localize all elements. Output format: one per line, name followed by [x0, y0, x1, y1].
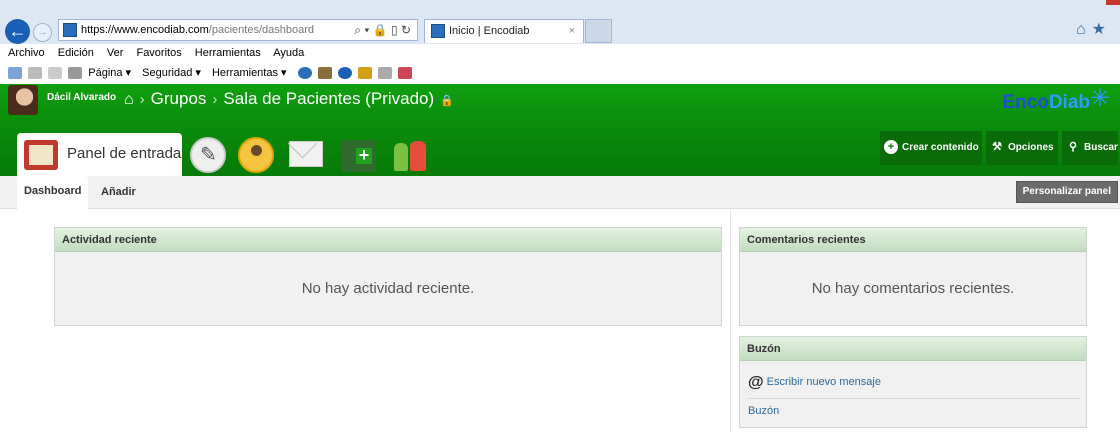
recent-comments-panel: Comentarios recientes No hay comentarios…	[739, 227, 1087, 326]
menu-ayuda[interactable]: Ayuda	[273, 47, 304, 59]
menu-herramientas[interactable]: Herramientas	[195, 47, 261, 59]
profile-icon[interactable]	[238, 137, 274, 173]
home-star-icons[interactable]: ⌂★	[1076, 19, 1112, 39]
create-content-button[interactable]: + Crear contenido	[880, 131, 982, 165]
options-button[interactable]: ⚒ Opciones	[986, 131, 1058, 165]
panel-header: Comentarios recientes	[740, 228, 1086, 252]
help-icon[interactable]	[297, 67, 312, 80]
home-icon[interactable]: ⌂	[124, 91, 134, 108]
forward-icon[interactable]: →	[33, 23, 52, 42]
empty-message: No hay actividad reciente.	[301, 280, 475, 297]
menu-edicion[interactable]: Edición	[58, 47, 94, 59]
breadcrumb-separator: ›	[139, 91, 145, 108]
mail-icon[interactable]	[289, 141, 323, 167]
site-favicon-icon	[63, 23, 77, 37]
menu-bar: Archivo Edición Ver Favoritos Herramient…	[0, 44, 1120, 62]
breadcrumb-separator: ›	[212, 91, 218, 108]
dashboard-icon	[24, 140, 58, 170]
back-icon[interactable]: ←	[5, 19, 30, 44]
panel-header: Buzón	[740, 337, 1086, 361]
site-logo[interactable]: EncoDiab	[1002, 92, 1090, 114]
hp-icon[interactable]	[337, 67, 352, 80]
feeds-icon[interactable]	[28, 67, 43, 80]
panel-header: Actividad reciente	[55, 228, 721, 252]
tab-panel-de-entrada[interactable]: Panel de entrada	[17, 133, 182, 176]
edit-icon[interactable]	[190, 137, 226, 173]
research-icon[interactable]	[397, 67, 412, 80]
users-icon[interactable]	[392, 137, 428, 173]
tab-favicon-icon	[431, 24, 445, 38]
cmd-seguridad[interactable]: Seguridad ▾	[142, 67, 201, 79]
tab-title: Inicio | Encodiab	[449, 25, 530, 37]
cmd-herramientas[interactable]: Herramientas ▾	[212, 67, 287, 79]
address-tools[interactable]: ⌕ ▾ 🔒 ▯ ↻	[354, 20, 411, 40]
menu-ver[interactable]: Ver	[107, 47, 124, 59]
recent-activity-panel: Actividad reciente No hay actividad reci…	[54, 227, 722, 326]
addon-icon[interactable]	[317, 67, 332, 80]
breadcrumb-sala[interactable]: Sala de Pacientes (Privado)	[223, 89, 434, 108]
at-icon: @	[748, 374, 764, 391]
search-icon: ⚲	[1068, 141, 1078, 154]
wrench-icon: ⚒	[992, 141, 1002, 154]
breadcrumb-grupos[interactable]: Grupos	[151, 89, 207, 108]
url-host: https://www.encodiab.com	[81, 24, 209, 36]
search-button[interactable]: ⚲ Buscar	[1062, 131, 1118, 165]
avatar[interactable]	[8, 85, 38, 115]
home-cmd-icon[interactable]	[8, 67, 22, 80]
empty-message: No hay comentarios recientes.	[811, 280, 1015, 297]
command-bar: Página ▾ Seguridad ▾ Herramientas ▾	[0, 62, 1120, 84]
inbox-link[interactable]: Buzón	[748, 405, 779, 417]
subtab-bar	[0, 176, 1120, 209]
mail-cmd-icon[interactable]	[48, 67, 63, 80]
tab-dashboard[interactable]: Dashboard	[17, 176, 89, 209]
column-divider	[730, 210, 731, 432]
inbox-panel: Buzón @ Escribir nuevo mensaje Buzón	[739, 336, 1087, 428]
settings-icon[interactable]	[377, 67, 392, 80]
browser-tab[interactable]: Inicio | Encodiab ×	[424, 19, 584, 43]
lock-icon: 🔒	[440, 95, 454, 107]
menu-archivo[interactable]: Archivo	[8, 47, 45, 59]
write-message-link[interactable]: @ Escribir nuevo mensaje	[748, 374, 881, 392]
url-path: /pacientes/dashboard	[208, 24, 314, 36]
breadcrumb: ⌂ › Grupos › Sala de Pacientes (Privado) 🔒	[124, 88, 454, 112]
menu-favoritos[interactable]: Favoritos	[136, 47, 181, 59]
print-icon[interactable]	[68, 67, 83, 80]
logo-burst-icon: ✳	[1090, 85, 1111, 112]
add-calendar-icon[interactable]	[342, 140, 376, 172]
tab-close-icon[interactable]: ×	[569, 20, 575, 42]
window-accent	[1106, 0, 1120, 5]
extension-icon[interactable]	[357, 67, 372, 80]
address-bar[interactable]: https://www.encodiab.com/pacientes/dashb…	[58, 19, 418, 41]
customize-panel-button[interactable]: Personalizar panel	[1015, 181, 1118, 203]
cmd-pagina[interactable]: Página ▾	[88, 67, 131, 79]
panel-tab-label: Panel de entrada	[67, 145, 182, 162]
tab-add[interactable]: Añadir	[101, 186, 136, 198]
new-tab-button[interactable]	[585, 19, 612, 43]
plus-icon: +	[884, 140, 898, 155]
divider	[748, 398, 1080, 399]
user-name[interactable]: Dácil Alvarado	[47, 92, 116, 103]
